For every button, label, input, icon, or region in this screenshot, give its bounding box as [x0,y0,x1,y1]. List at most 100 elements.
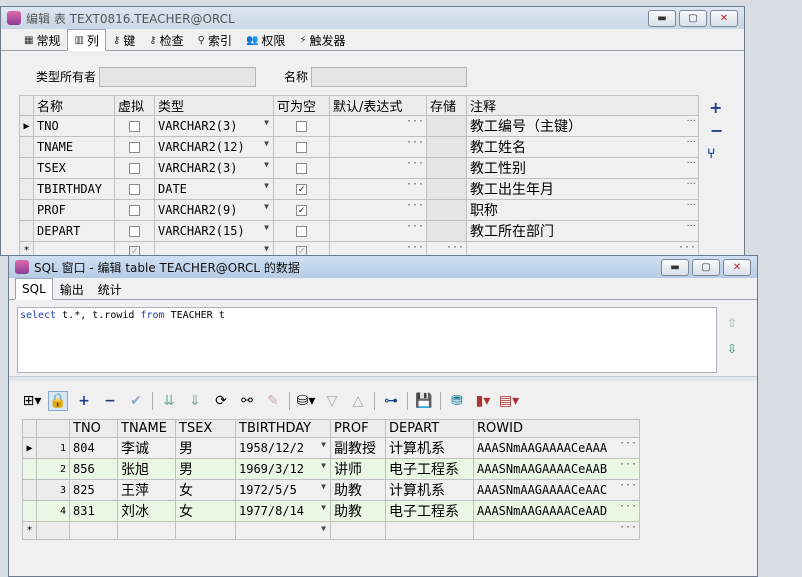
tab-sql[interactable]: SQL [15,278,53,300]
dropdown-arrow-icon[interactable]: ▼ [264,139,269,148]
storage-cell[interactable] [426,115,467,137]
virtual-cell[interactable] [114,136,155,158]
result-header-depart[interactable]: DEPART [385,419,474,438]
cell-tno[interactable]: 804 [69,437,118,459]
ellipsis-icon[interactable]: ··· [406,222,424,233]
dropdown-arrow-icon[interactable]: ▼ [321,461,326,470]
owner-field[interactable] [99,67,256,87]
default-cell[interactable]: ··· [329,220,427,242]
tab-columns[interactable]: ▥ 列 [67,29,106,51]
storage-cell[interactable] [426,157,467,179]
virtual-checkbox[interactable] [129,163,140,174]
cell-tbirthday[interactable]: 1958/12/2 ▼ [235,437,331,459]
cell-depart[interactable]: 计算机系 [385,437,474,459]
cell-tname[interactable]: 刘冰 [117,500,176,522]
ellipsis-icon[interactable]: ··· [619,481,637,492]
column-name-cell[interactable]: TNO [33,115,115,137]
cell-tno[interactable]: 831 [69,500,118,522]
cell-rowid[interactable]: AAASNmAAGAAAACeAAD ··· [473,500,640,522]
cell-tbirthday[interactable]: 1972/5/5 ▼ [235,479,331,501]
scroll-up-icon[interactable]: ⇧ [727,316,737,330]
nullable-checkbox[interactable] [296,142,307,153]
new-record-row[interactable]: * ▼ ··· [22,521,640,540]
default-cell[interactable]: ··· [329,115,427,137]
column-name-cell[interactable]: TBIRTHDAY [33,178,115,200]
cell-tname[interactable]: 王萍 [117,479,176,501]
type-cell[interactable]: VARCHAR2(3) ▼ [154,115,274,137]
sql-maximize-button[interactable]: ▢ [692,259,720,276]
dropdown-arrow-icon[interactable]: ▼ [264,160,269,169]
virtual-checkbox[interactable] [129,121,140,132]
comment-cell[interactable]: 教工编号（主键） ··· [466,115,699,137]
cell-tno[interactable]: 825 [69,479,118,501]
cell-depart[interactable]: 电子工程系 [385,458,474,480]
virtual-checkbox[interactable] [129,142,140,153]
nullable-cell[interactable] [273,157,330,179]
tab-stats[interactable]: 统计 [91,279,129,299]
sql-close-button[interactable]: ✕ [723,259,751,276]
post-changes-icon[interactable]: ✔ [126,391,146,411]
tab-privileges[interactable]: 👥 权限 [239,30,292,50]
cell-tsex[interactable]: 男 [175,437,236,459]
dropdown-arrow-icon[interactable]: ▼ [264,223,269,232]
default-cell[interactable]: ··· [329,178,427,200]
add-record-icon[interactable]: + [74,391,94,411]
ellipsis-icon[interactable]: ··· [406,243,424,254]
ellipsis-icon[interactable]: ··· [686,159,696,170]
column-name-cell[interactable]: DEPART [33,220,115,242]
ellipsis-icon[interactable]: ··· [406,159,424,170]
query-by-example-icon[interactable]: ⛁▾ [296,391,316,411]
ellipsis-icon[interactable]: ··· [619,523,637,534]
name-field[interactable] [311,67,467,87]
type-cell[interactable]: VARCHAR2(3) ▼ [154,157,274,179]
comment-cell[interactable]: 教工姓名 ··· [466,136,699,158]
virtual-cell[interactable] [114,199,155,221]
dropdown-arrow-icon[interactable]: ▼ [321,482,326,491]
cell-tsex[interactable]: 男 [175,458,236,480]
comment-cell[interactable]: 教工出生年月 ··· [466,178,699,200]
default-cell[interactable]: ··· [329,157,427,179]
column-row[interactable]: TNAME VARCHAR2(12) ▼ ··· 教工姓名 ··· [19,136,699,158]
database-icon[interactable]: ⛃ [447,391,467,411]
cell-depart[interactable]: 计算机系 [385,479,474,501]
tab-triggers[interactable]: ⚡ 触发器 [292,30,352,50]
next-page-icon[interactable]: ⇊ [159,391,179,411]
sort-up-icon[interactable]: △ [348,391,368,411]
cell-prof[interactable]: 讲师 [330,458,386,480]
tab-general[interactable]: ▦ 常规 [17,30,67,50]
minimize-button[interactable]: ▬ [648,10,676,27]
ellipsis-icon[interactable]: ··· [686,201,696,212]
col-header-comment[interactable]: 注释 [466,95,699,116]
tab-keys[interactable]: ⚷ 键 [106,30,142,50]
nullable-cell[interactable]: ✓ [273,199,330,221]
default-cell[interactable]: ··· [329,199,427,221]
save-icon[interactable]: 💾 [414,391,434,411]
cell-tsex[interactable]: 女 [175,479,236,501]
column-row[interactable]: PROF VARCHAR2(9) ▼ ✓ ··· 职称 ··· [19,199,699,221]
ellipsis-icon[interactable]: ··· [406,138,424,149]
cell-depart[interactable]: 电子工程系 [385,500,474,522]
tab-indexes[interactable]: ⚲ 索引 [191,30,239,50]
dropdown-arrow-icon[interactable]: ▼ [321,440,326,449]
table-row[interactable]: 4 831 刘冰女 1977/8/14 ▼ 助教 电子工程系 AAASNmAAGAAAACeA… [22,500,640,522]
dropdown-arrow-icon[interactable]: ▼ [264,244,269,253]
type-cell[interactable]: VARCHAR2(12) ▼ [154,136,274,158]
type-cell[interactable]: VARCHAR2(9) ▼ [154,199,274,221]
storage-cell[interactable] [426,136,467,158]
col-header-virtual[interactable]: 虚拟 [114,95,155,116]
nullable-checkbox[interactable]: ✓ [296,184,307,195]
sql-minimize-button[interactable]: ▬ [661,259,689,276]
ellipsis-icon[interactable]: ··· [686,180,696,191]
table-row[interactable]: 2 856 张旭男 1969/3/12 ▼ 讲师 电子工程系 AAASNmAAGAAAACeA… [22,458,640,480]
column-row[interactable]: DEPART VARCHAR2(15) ▼ ··· 教工所在部门 ··· [19,220,699,242]
column-name-cell[interactable]: TSEX [33,157,115,179]
virtual-cell[interactable] [114,178,155,200]
dropdown-arrow-icon[interactable]: ▼ [264,202,269,211]
cell-rowid[interactable]: AAASNmAAGAAAACeAAC ··· [473,479,640,501]
clear-icon[interactable]: ✎ [263,391,283,411]
virtual-cell[interactable] [114,220,155,242]
dropdown-arrow-icon[interactable]: ▼ [321,524,326,533]
result-header-tname[interactable]: TNAME [117,419,176,438]
cell-rowid[interactable]: AAASNmAAGAAAACeAAB ··· [473,458,640,480]
ellipsis-icon[interactable]: ··· [406,201,424,212]
